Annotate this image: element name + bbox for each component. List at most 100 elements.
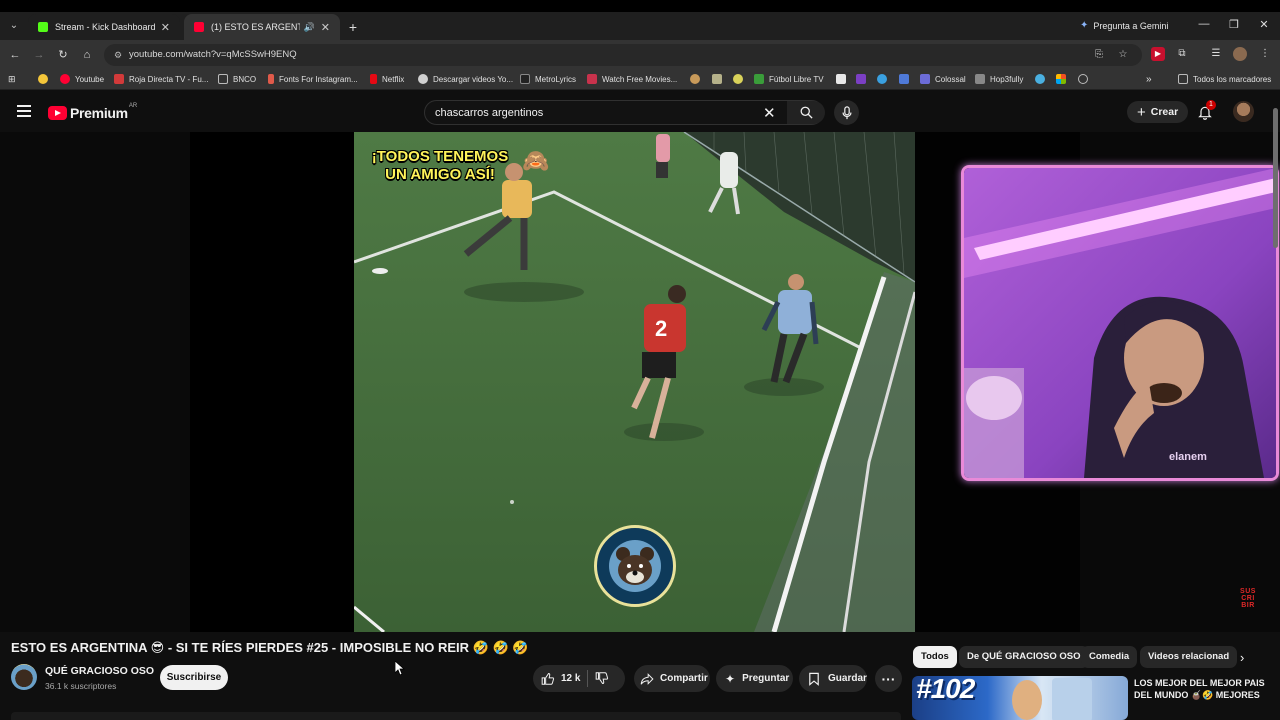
bookmark-fonts-for-instagram[interactable]: Fonts For Instagram... — [268, 74, 358, 84]
page-scrollbar[interactable] — [1272, 96, 1280, 696]
bookmark-roja-directa[interactable]: Roja Directa TV - Fu... — [114, 74, 208, 84]
microsoft-icon[interactable] — [1056, 74, 1066, 84]
bookmark-bnco[interactable]: BNCO — [218, 74, 256, 84]
restore-window-icon[interactable]: ❐ — [1224, 18, 1244, 31]
scrollbar-thumb[interactable] — [1273, 108, 1278, 248]
channel-watermark-logo — [594, 525, 676, 607]
kick-favicon-icon — [38, 22, 48, 32]
bookmark-youtube[interactable]: Youtube — [60, 74, 104, 84]
search-box[interactable]: chascarros argentinos ✕ — [424, 100, 825, 125]
reload-icon[interactable]: ↻ — [55, 47, 71, 63]
bookmark-colossal[interactable]: Colossal — [920, 74, 966, 84]
bookmark-misc-icon[interactable] — [733, 74, 743, 84]
new-tab-button[interactable]: + — [344, 19, 362, 37]
fonts-icon — [268, 74, 274, 84]
guide-menu-icon[interactable] — [17, 105, 31, 117]
share-button[interactable]: Compartir — [634, 665, 710, 692]
tab-kick-dashboard[interactable]: Stream - Kick Dashboard ✕ — [28, 14, 180, 40]
bookmark-misc-icon[interactable] — [877, 74, 887, 84]
chip-all[interactable]: Todos — [913, 646, 957, 668]
channel-name[interactable]: QUÉ GRACIOSO OSO — [45, 665, 154, 677]
address-bar[interactable]: ⚙ youtube.com/watch?v=qMcSSwH9ENQ ⎘ ☆ — [104, 44, 1142, 66]
save-button[interactable]: Guardar — [799, 665, 867, 692]
home-icon[interactable]: ⌂ — [79, 47, 95, 63]
profile-avatar-icon[interactable] — [1233, 47, 1247, 61]
folder-icon — [218, 74, 228, 84]
youtube-play-icon — [48, 106, 67, 120]
like-button[interactable]: 12 k — [533, 665, 587, 692]
bear-logo-icon — [599, 530, 671, 602]
speaker-icon[interactable]: 🔊 — [304, 22, 315, 33]
tab-title: Stream - Kick Dashboard — [55, 22, 155, 32]
tab-youtube-video[interactable]: (1) ESTO ES ARGENTINA 😎 🔊 ✕ — [184, 14, 340, 40]
forward-arrow-icon[interactable]: → — [31, 47, 47, 63]
site-info-icon[interactable]: ⚙ — [112, 49, 124, 61]
chip-from-channel[interactable]: De QUÉ GRACIOSO OSO — [959, 646, 1089, 668]
reading-list-icon[interactable]: ☰ — [1209, 47, 1223, 61]
colossal-icon — [920, 74, 930, 84]
browser-menu-icon[interactable]: ⋮ — [1258, 47, 1272, 61]
clear-search-icon[interactable]: ✕ — [763, 104, 776, 122]
back-arrow-icon[interactable]: ← — [7, 47, 23, 63]
bookmark-metrolyrics[interactable]: MetroLyrics — [520, 74, 576, 84]
create-button[interactable]: + Crear — [1127, 101, 1189, 123]
bookmark-label: Descargar videos Yo... — [433, 74, 514, 84]
search-button[interactable] — [787, 101, 825, 124]
ask-button[interactable]: ✦ Preguntar — [716, 665, 793, 692]
emoji-bookmark-icon[interactable] — [38, 74, 48, 84]
recommended-video-thumbnail[interactable]: #102 — [912, 676, 1128, 720]
chip-related-videos[interactable]: Videos relacionad — [1140, 646, 1238, 668]
more-actions-button[interactable]: ··· — [875, 665, 902, 692]
apps-grid-icon[interactable]: ⊞ — [8, 74, 18, 84]
url-text: youtube.com/watch?v=qMcSSwH9ENQ — [129, 49, 297, 60]
install-app-icon[interactable]: ⎘ — [1092, 49, 1106, 60]
bookmark-misc-icon[interactable] — [712, 74, 722, 84]
minimize-window-icon[interactable]: — — [1194, 18, 1214, 30]
country-code: AR — [128, 103, 138, 109]
ask-gemini-button[interactable]: ✦ Pregunta a Gemini — [1080, 20, 1168, 31]
bookmark-descargar-videos[interactable]: Descargar videos Yo... — [418, 74, 513, 84]
extension-icon[interactable]: ▶ — [1151, 47, 1165, 61]
account-avatar[interactable] — [1233, 101, 1254, 122]
bookmark-misc-icon[interactable] — [1035, 74, 1045, 84]
bookmark-star-icon[interactable]: ☆ — [1116, 49, 1130, 60]
recommended-video-title[interactable]: LOS MEJOR DEL MEJOR PAIS DEL MUNDO 🧉🤣 ME… — [1134, 677, 1274, 701]
dislike-button[interactable] — [595, 671, 609, 688]
streamer-webcam-overlay: elanem — [961, 165, 1279, 481]
voice-search-button[interactable] — [834, 100, 859, 125]
bookmark-misc-icon[interactable] — [836, 74, 846, 84]
chip-comedy[interactable]: Comedia — [1081, 646, 1138, 668]
close-tab-icon[interactable]: ✕ — [161, 21, 170, 34]
logo-text: Premium — [70, 105, 128, 121]
bookmark-hop3fully[interactable]: Hop3fully — [975, 74, 1023, 84]
bookmark-misc-icon[interactable] — [899, 74, 909, 84]
thumbnail-text: #102 — [916, 676, 975, 704]
like-dislike-group: 12 k — [533, 665, 625, 692]
subscribe-stamp-overlay: SUS CRI BIR — [1234, 588, 1262, 609]
tab-search-icon[interactable]: ⌄ — [6, 18, 22, 34]
bookmark-label: Roja Directa TV - Fu... — [129, 74, 209, 84]
bookmark-label: Youtube — [75, 74, 105, 84]
bookmark-futbol-libre[interactable]: Fútbol Libre TV — [754, 74, 824, 84]
more-bookmarks-chevron-icon[interactable]: » — [1146, 74, 1152, 85]
youtube-premium-logo[interactable]: Premium AR — [48, 103, 138, 121]
subscribe-button[interactable]: Suscribirse — [160, 665, 228, 690]
yahoo-icon[interactable] — [856, 74, 866, 84]
close-tab-icon[interactable]: ✕ — [321, 21, 330, 34]
globe-icon[interactable] — [1078, 74, 1088, 84]
search-input[interactable]: chascarros argentinos — [435, 107, 543, 119]
bookmark-misc-icon[interactable] — [690, 74, 700, 84]
youtube-icon — [60, 74, 70, 84]
extensions-puzzle-icon[interactable]: ⧉ — [1175, 47, 1189, 61]
all-bookmarks-folder[interactable]: Todos los marcadores — [1178, 74, 1271, 84]
close-window-icon[interactable]: ✕ — [1254, 18, 1274, 31]
bookmark-watch-free-movies[interactable]: Watch Free Movies... — [587, 74, 677, 84]
bookmark-label: MetroLyrics — [535, 74, 577, 84]
caption-line-2: UN AMIGO ASÍ! — [385, 166, 495, 183]
chips-next-chevron-icon[interactable]: › — [1240, 650, 1244, 665]
bookmark-netflix[interactable]: Netflix — [370, 74, 404, 84]
create-label: Crear — [1150, 106, 1179, 118]
bookmark-label: Colossal — [935, 74, 966, 84]
channel-avatar[interactable] — [11, 664, 37, 690]
thumbs-up-icon — [541, 672, 555, 685]
